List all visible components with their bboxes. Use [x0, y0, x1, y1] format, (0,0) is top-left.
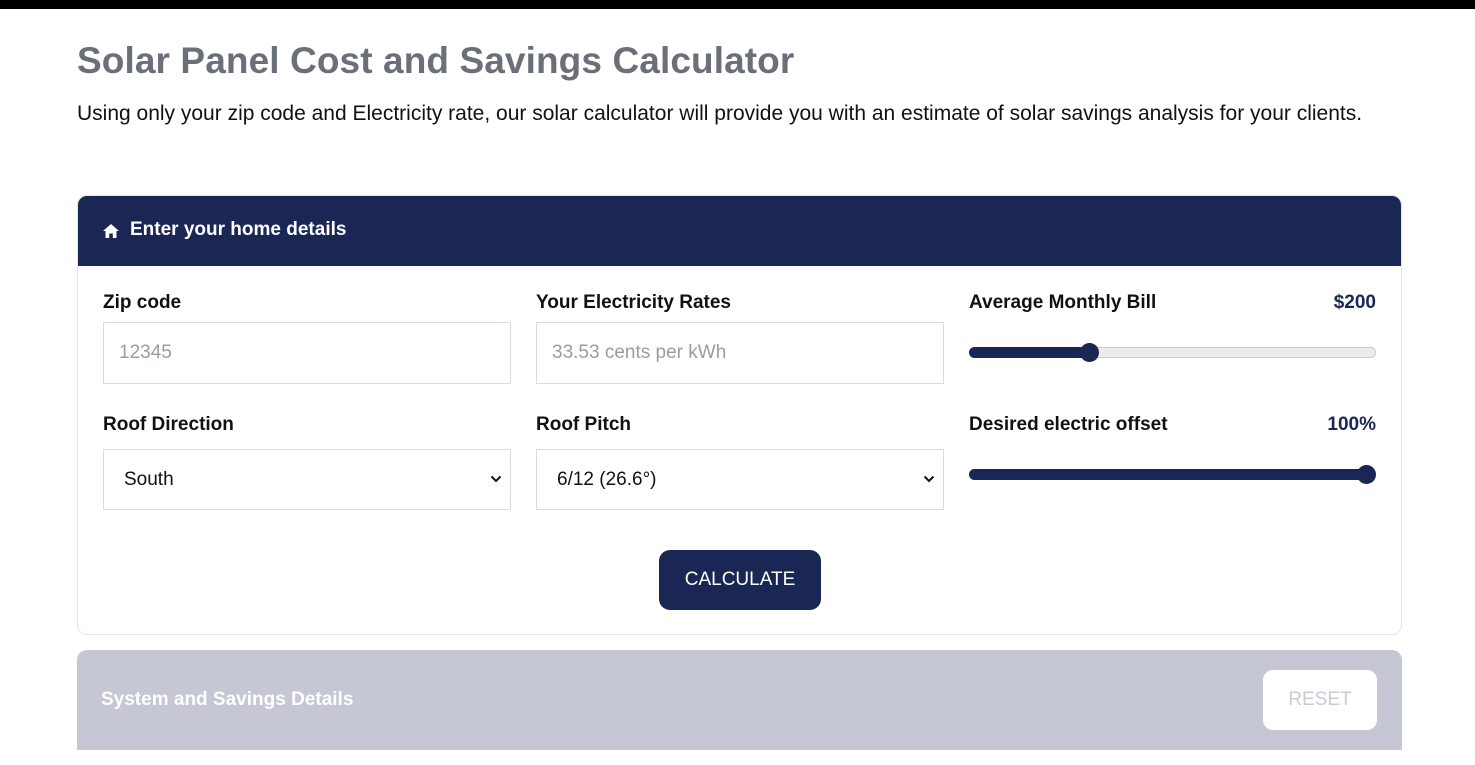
- top-bar: [0, 0, 1475, 9]
- roof-pitch-label: Roof Pitch: [536, 414, 631, 435]
- slider-thumb[interactable]: [1357, 465, 1376, 484]
- chevron-down-icon: [490, 475, 502, 483]
- page-intro: Using only your zip code and Electricity…: [77, 102, 1363, 125]
- electric-offset-slider[interactable]: [969, 465, 1376, 485]
- home-details-card: Enter your home details Zip code Your El…: [77, 195, 1402, 635]
- monthly-bill-value: $200: [1333, 292, 1376, 313]
- page-title: Solar Panel Cost and Savings Calculator: [77, 40, 795, 81]
- zip-code-label: Zip code: [103, 292, 182, 313]
- electricity-rate-label: Your Electricity Rates: [536, 292, 732, 313]
- monthly-bill-label: Average Monthly Bill: [969, 292, 1157, 313]
- slider-fill: [969, 347, 1090, 358]
- roof-direction-selected: South: [124, 469, 174, 490]
- roof-direction-label: Roof Direction: [103, 414, 234, 435]
- home-details-header: Enter your home details: [78, 196, 1401, 266]
- home-details-title: Enter your home details: [130, 219, 347, 240]
- savings-details-title: System and Savings Details: [101, 689, 354, 710]
- electric-offset-value: 100%: [1327, 414, 1376, 435]
- electric-offset-label: Desired electric offset: [969, 414, 1168, 435]
- zip-code-input[interactable]: [103, 322, 511, 384]
- roof-pitch-selected: 6/12 (26.6°): [557, 469, 657, 490]
- roof-pitch-select[interactable]: 6/12 (26.6°): [536, 449, 944, 510]
- monthly-bill-slider[interactable]: [969, 343, 1376, 363]
- home-icon: [103, 224, 119, 238]
- savings-details-panel: System and Savings Details RESET: [77, 650, 1402, 750]
- chevron-down-icon: [923, 475, 935, 483]
- slider-fill: [969, 469, 1366, 480]
- reset-button[interactable]: RESET: [1263, 670, 1377, 730]
- roof-direction-select[interactable]: South: [103, 449, 511, 510]
- slider-thumb[interactable]: [1080, 343, 1100, 362]
- electricity-rate-input[interactable]: [536, 322, 944, 384]
- calculate-button[interactable]: CALCULATE: [659, 550, 821, 610]
